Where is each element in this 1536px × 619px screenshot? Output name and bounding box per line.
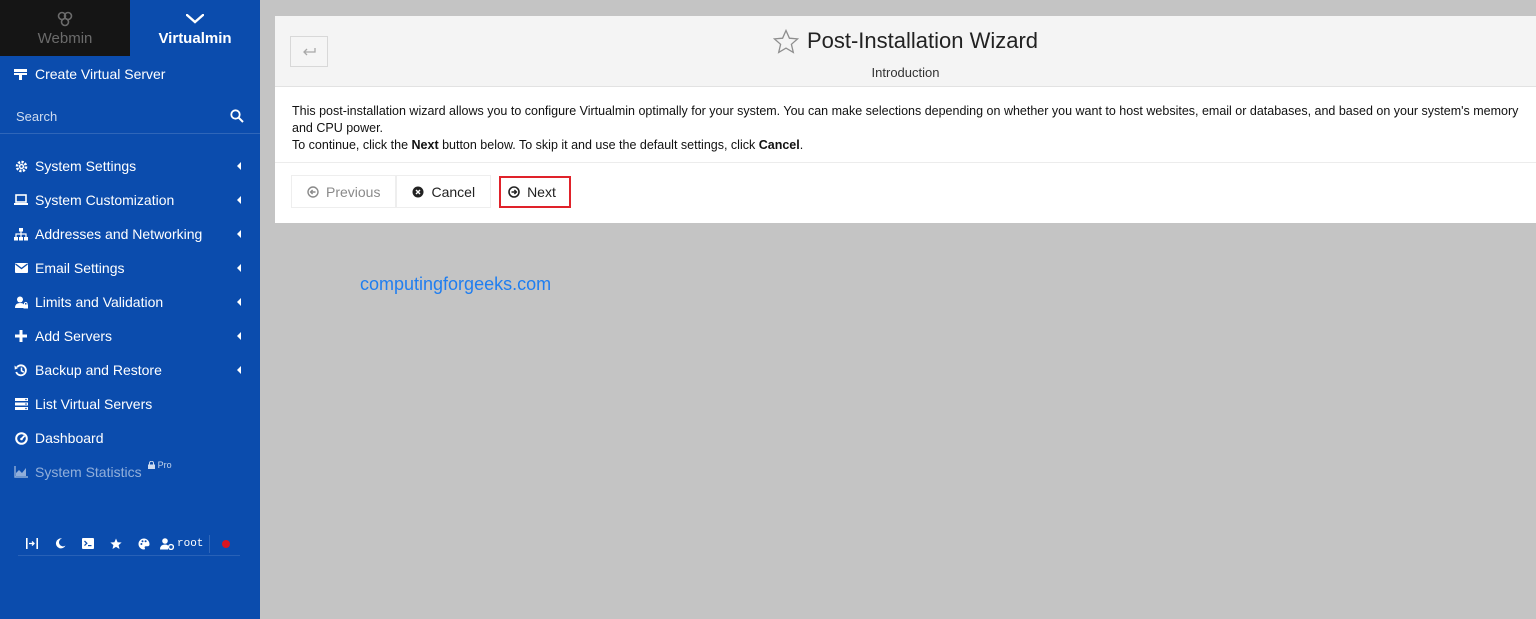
next-button[interactable]: Next xyxy=(499,175,571,208)
cancel-button[interactable]: Cancel xyxy=(396,175,492,208)
sidebar-item-label: Backup and Restore xyxy=(35,362,162,378)
page-subtitle: Introduction xyxy=(871,64,940,80)
user-menu[interactable]: root xyxy=(160,538,203,550)
history-icon xyxy=(14,363,28,377)
webmin-logo-icon xyxy=(56,10,74,28)
pro-badge: Pro xyxy=(147,460,172,470)
toolbar-divider xyxy=(209,534,211,553)
sidebar-item-label: Dashboard xyxy=(35,430,104,446)
star-outline-icon[interactable] xyxy=(772,28,799,54)
tab-webmin[interactable]: Webmin xyxy=(0,0,130,56)
sidebar-item-system-settings[interactable]: System Settings xyxy=(0,149,260,183)
sidebar-item-label: List Virtual Servers xyxy=(35,396,153,412)
moon-icon xyxy=(55,538,65,549)
cancel-button-label: Cancel xyxy=(431,183,476,200)
columns-toggle-icon xyxy=(26,538,38,549)
arrow-circle-left-icon xyxy=(307,185,319,198)
area-chart-icon xyxy=(14,465,28,479)
user-lock-icon xyxy=(14,295,28,309)
sidebar: Webmin Virtualmin Create Virtual Server … xyxy=(0,0,260,619)
night-mode-button[interactable] xyxy=(46,533,74,555)
plus-icon xyxy=(14,329,28,343)
arrow-circle-right-icon xyxy=(508,185,520,198)
sidebar-menu: System Settings System Customization Add… xyxy=(0,149,260,489)
terminal-icon xyxy=(82,538,94,549)
sidebar-item-list-virtual-servers[interactable]: List Virtual Servers xyxy=(0,387,260,421)
wizard-panel: Post-Installation Wizard Introduction Th… xyxy=(275,16,1536,223)
instructions-middle: button below. To skip it and use the def… xyxy=(438,138,759,152)
caret-left-icon xyxy=(237,264,241,272)
sidebar-item-label: Limits and Validation xyxy=(35,294,164,310)
page-title: Post-Installation Wizard xyxy=(772,28,1039,54)
sidebar-item-label: System Statistics xyxy=(35,464,142,480)
laptop-icon xyxy=(14,193,28,207)
times-circle-icon xyxy=(412,186,424,197)
intro-paragraph: This post-installation wizard allows you… xyxy=(292,104,1519,135)
previous-button[interactable]: Previous xyxy=(291,175,397,208)
instructions-prefix: To continue, click the xyxy=(292,138,412,152)
logout-button[interactable] xyxy=(222,539,231,548)
panel-header: Post-Installation Wizard Introduction xyxy=(275,16,1536,87)
terminal-button[interactable] xyxy=(74,533,102,555)
user-cog-icon xyxy=(160,537,174,550)
instructions-cancel: Cancel xyxy=(758,138,800,152)
search-icon[interactable] xyxy=(230,109,244,123)
sidebar-item-addresses-networking[interactable]: Addresses and Networking xyxy=(0,217,260,251)
create-virtual-server-label: Create Virtual Server xyxy=(35,66,166,82)
sidebar-item-email-settings[interactable]: Email Settings xyxy=(0,251,260,285)
palette-icon xyxy=(138,538,150,549)
chevron-down-icon xyxy=(186,10,204,28)
search-input[interactable] xyxy=(0,109,220,124)
server-add-icon xyxy=(14,68,27,80)
sidebar-item-add-servers[interactable]: Add Servers xyxy=(0,319,260,353)
tab-virtualmin[interactable]: Virtualmin xyxy=(130,0,260,56)
sidebar-item-system-customization[interactable]: System Customization xyxy=(0,183,260,217)
theme-button[interactable] xyxy=(130,533,158,555)
envelope-icon xyxy=(14,261,28,275)
sitemap-icon xyxy=(14,227,28,241)
favorites-button[interactable] xyxy=(102,533,130,555)
star-icon xyxy=(110,538,122,549)
tab-webmin-label: Webmin xyxy=(37,29,93,47)
username-label: root xyxy=(177,537,204,550)
toggle-sidebar-button[interactable] xyxy=(18,533,46,555)
sidebar-toolbar: root xyxy=(18,532,240,556)
lock-icon xyxy=(147,461,155,469)
sidebar-item-limits-validation[interactable]: Limits and Validation xyxy=(0,285,260,319)
tab-virtualmin-label: Virtualmin xyxy=(158,29,232,47)
caret-left-icon xyxy=(237,196,241,204)
sidebar-item-label: Add Servers xyxy=(35,328,113,344)
wizard-buttons: Previous Cancel Next xyxy=(291,175,571,208)
intro-instructions: To continue, click the Next button below… xyxy=(292,137,1536,154)
sidebar-item-backup-restore[interactable]: Backup and Restore xyxy=(0,353,260,387)
watermark-text: computingforgeeks.com xyxy=(360,274,552,294)
sidebar-item-system-statistics[interactable]: System Statistics Pro xyxy=(0,455,260,489)
sidebar-item-label: System Settings xyxy=(35,158,137,174)
title-area: Post-Installation Wizard Introduction xyxy=(275,28,1536,80)
instructions-suffix: . xyxy=(799,138,804,152)
caret-left-icon xyxy=(237,230,241,238)
search-box xyxy=(0,100,260,134)
sidebar-item-label: Addresses and Networking xyxy=(35,226,203,242)
instructions-next: Next xyxy=(411,138,439,152)
product-switcher: Webmin Virtualmin xyxy=(0,0,260,56)
caret-left-icon xyxy=(237,162,241,170)
caret-left-icon xyxy=(237,366,241,374)
list-icon xyxy=(14,397,28,411)
sidebar-item-dashboard[interactable]: Dashboard xyxy=(0,421,260,455)
sidebar-item-label: Email Settings xyxy=(35,260,125,276)
create-virtual-server-link[interactable]: Create Virtual Server xyxy=(14,66,165,82)
previous-button-label: Previous xyxy=(326,183,381,200)
sidebar-item-label: System Customization xyxy=(35,192,175,208)
caret-left-icon xyxy=(237,332,241,340)
gear-icon xyxy=(14,159,28,173)
caret-left-icon xyxy=(237,298,241,306)
next-button-label: Next xyxy=(527,183,556,200)
pro-badge-label: Pro xyxy=(157,460,172,470)
intro-text: This post-installation wizard allows you… xyxy=(275,87,1536,163)
page-title-text: Post-Installation Wizard xyxy=(806,28,1039,53)
dashboard-icon xyxy=(14,431,28,445)
